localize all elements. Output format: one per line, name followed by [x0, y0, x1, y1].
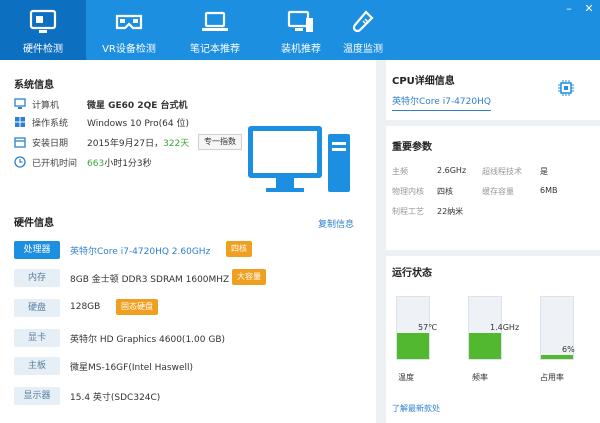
- right-panel: CPU详细信息 英特尔Core i7-4720HQ 重要参数 主频 2.6GHz…: [386, 60, 600, 423]
- computer-icon: [14, 98, 26, 109]
- cpu-name: 英特尔Core i7-4720HQ: [392, 94, 491, 111]
- uptime-label: 已开机时间: [32, 159, 78, 169]
- tab-laptop-recommend[interactable]: 笔记本推荐: [172, 0, 258, 60]
- uptime-rest: 小时1分3秒: [104, 159, 152, 169]
- cpu-chip-icon: [558, 80, 574, 96]
- frequency-value: 1.4GHz: [490, 323, 520, 332]
- hardware-value: 英特尔Core i7-4720HQ 2.60GHz: [70, 247, 211, 257]
- param-label: 缓存容量: [482, 187, 514, 196]
- param-value: 6MB: [540, 186, 558, 195]
- windows-icon: [15, 117, 25, 127]
- pc-build-icon: [287, 10, 313, 32]
- temperature-value: 57℃: [418, 323, 438, 332]
- hardware-value: 英特尔 HD Graphics 4600(1.00 GB): [70, 335, 225, 345]
- param-value: 四核: [437, 187, 453, 196]
- frequency-gauge-fill: [469, 333, 501, 359]
- param-value: 22纳米: [437, 207, 464, 216]
- tab-vr-detect[interactable]: VR设备检测: [86, 0, 172, 60]
- section-divider: [386, 120, 600, 126]
- computer-label: 计算机: [32, 101, 60, 111]
- install-date-label: 安装日期: [32, 139, 69, 149]
- hardware-badge: 大容量: [232, 269, 266, 285]
- hardware-info-title: 硬件信息: [14, 218, 54, 229]
- temperature-label: 温度: [398, 373, 414, 382]
- desktop-computer-illustration: [248, 126, 350, 192]
- hardware-row-cpu[interactable]: 处理器 英特尔Core i7-4720HQ 2.60GHz 四核: [14, 238, 366, 262]
- hardware-value: 微星MS-16GF(Intel Haswell): [70, 363, 194, 373]
- tab-label: 笔记本推荐: [190, 44, 240, 55]
- system-row-computer: 计算机 微星 GE60 2QE 台式机: [14, 96, 374, 112]
- laptop-icon: [202, 11, 228, 31]
- learn-more-link[interactable]: 了解最新款处: [392, 403, 440, 414]
- os-label: 操作系统: [32, 119, 69, 129]
- hardware-value: 128GB: [70, 302, 101, 312]
- hardware-value: 8GB 金士顿 DDR3 SDRAM 1600MHZ: [70, 275, 230, 285]
- param-label: 超线程技术: [482, 167, 522, 176]
- hardware-row-disk[interactable]: 硬盘 128GB 固态硬盘: [14, 296, 366, 320]
- hardware-tag: 处理器: [14, 241, 60, 259]
- param-frequency: 主频 2.6GHz: [392, 166, 466, 177]
- hardware-row-display[interactable]: 显示器 15.4 英寸(SDC324C): [14, 384, 366, 408]
- usage-value: 6%: [562, 345, 575, 354]
- system-info-title: 系统信息: [14, 80, 54, 91]
- tab-label: 温度监测: [343, 44, 383, 55]
- param-label: 物理内核: [392, 187, 424, 196]
- close-button[interactable]: ✕: [580, 0, 598, 18]
- running-status-title: 运行状态: [392, 268, 432, 279]
- os-value: Windows 10 Pro(64 位): [87, 119, 189, 129]
- hardware-badge: 固态硬盘: [116, 299, 158, 315]
- hardware-tag: 显卡: [14, 329, 60, 347]
- computer-value: 微星 GE60 2QE 台式机: [87, 101, 188, 111]
- clock-icon: [14, 156, 26, 168]
- hardware-row-gpu[interactable]: 显卡 英特尔 HD Graphics 4600(1.00 GB): [14, 326, 366, 350]
- temperature-gauge-fill: [397, 333, 429, 359]
- hardware-tag: 硬盘: [14, 299, 60, 317]
- param-value: 2.6GHz: [437, 166, 467, 175]
- uptime-value: 663小时1分3秒: [87, 156, 152, 169]
- tab-temperature-monitor[interactable]: 温度监测: [320, 0, 406, 60]
- usage-label: 占用率: [540, 373, 564, 382]
- param-cache: 缓存容量 6MB: [482, 186, 557, 197]
- hardware-badge: 四核: [226, 241, 252, 257]
- section-divider: [386, 250, 600, 256]
- hardware-row-motherboard[interactable]: 主板 微星MS-16GF(Intel Haswell): [14, 354, 366, 378]
- hardware-tag: 内存: [14, 269, 60, 287]
- calendar-icon: [14, 137, 26, 148]
- minimize-button[interactable]: –: [560, 0, 578, 18]
- panel-divider: [376, 60, 386, 423]
- hardware-row-memory[interactable]: 内存 8GB 金士顿 DDR3 SDRAM 1600MHZ 大容量: [14, 266, 366, 290]
- usage-gauge-fill: [541, 355, 573, 359]
- top-navigation-bar: 硬件检测 VR设备检测 笔记本推荐 装机推荐 温度监测 – ✕: [0, 0, 600, 60]
- frequency-label: 频率: [472, 373, 488, 382]
- left-panel: 系统信息 计算机 微星 GE60 2QE 台式机 操作系统 Windows 10…: [0, 60, 376, 423]
- hardware-tag: 主板: [14, 357, 60, 375]
- install-date-text: 2015年9月27日，: [87, 139, 164, 149]
- param-label: 制程工艺: [392, 207, 424, 216]
- hardware-tag: 显示器: [14, 387, 60, 405]
- copy-info-link[interactable]: 复制信息: [318, 217, 354, 230]
- param-hyperthreading: 超线程技术 是: [482, 166, 548, 177]
- thermometer-icon: [352, 10, 374, 33]
- tab-hardware-detect[interactable]: 硬件检测: [0, 0, 86, 60]
- monitor-icon: [29, 9, 57, 33]
- install-date-value: 2015年9月27日，322天: [87, 136, 189, 149]
- uptime-hours: 663: [87, 159, 105, 169]
- param-cores: 物理内核 四核: [392, 186, 453, 197]
- install-days: 322天: [163, 139, 190, 149]
- cpu-detail-title: CPU详细信息: [392, 76, 455, 87]
- vr-headset-icon: [115, 14, 143, 30]
- tab-label: 硬件检测: [23, 44, 63, 55]
- tab-label: VR设备检测: [102, 44, 156, 55]
- hardware-value: 15.4 英寸(SDC324C): [70, 393, 161, 403]
- param-value: 是: [540, 167, 548, 176]
- score-button[interactable]: 专一指数: [198, 134, 242, 150]
- important-params-title: 重要参数: [392, 142, 432, 153]
- param-process: 制程工艺 22纳米: [392, 206, 463, 217]
- param-label: 主频: [392, 167, 408, 176]
